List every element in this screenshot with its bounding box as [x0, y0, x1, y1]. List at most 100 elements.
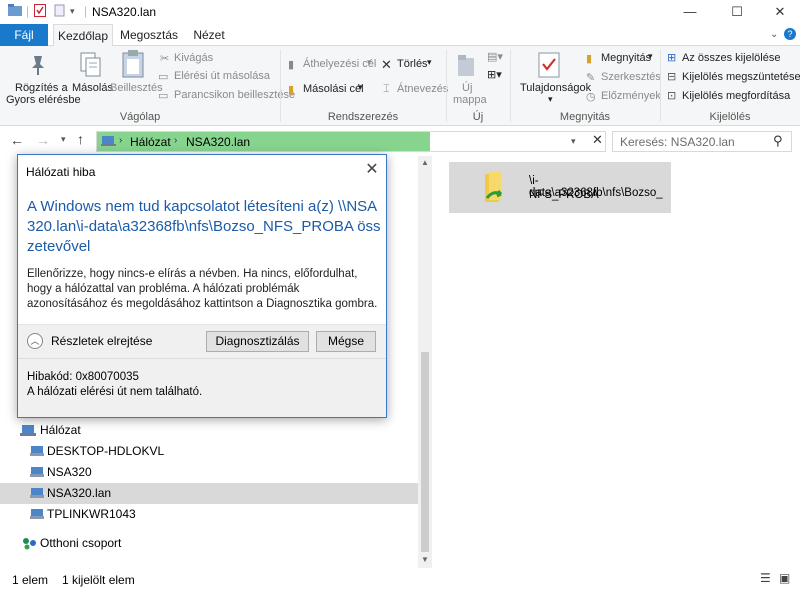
- group-clipboard-label: Vágólap: [119, 111, 161, 123]
- details-toggle-label[interactable]: Részletek elrejtése: [51, 334, 152, 348]
- ribbon: Rögzítés a Gyors elérésbe Másolás Beille…: [0, 46, 800, 126]
- pin-icon: [28, 54, 48, 79]
- search-input-placeholder[interactable]: Keresés: NSA320.lan: [620, 135, 735, 149]
- paste-shortcut-icon: ▭: [158, 90, 169, 102]
- chevron-down-icon: ▾: [648, 51, 653, 61]
- maximize-button[interactable]: ☐: [715, 0, 759, 24]
- forward-arrow-icon[interactable]: →: [36, 132, 50, 148]
- new-item-icon[interactable]: ▤▾: [487, 50, 503, 63]
- nav-network-label: Hálózat: [40, 423, 81, 437]
- nav-item[interactable]: DESKTOP-HDLOKVL: [0, 441, 418, 462]
- close-window-button[interactable]: ✕: [758, 0, 800, 24]
- search-icon[interactable]: ⚲: [773, 133, 783, 149]
- select-none-button[interactable]: Kijelölés megszüntetése: [682, 71, 800, 83]
- breadcrumb-nsa320[interactable]: NSA320.lan: [186, 135, 250, 149]
- scroll-down-icon[interactable]: ▼: [421, 555, 429, 564]
- network-error-dialog: Hálózati hiba ✕ A Windows nem tud kapcso…: [17, 154, 387, 418]
- history-icon: ◷: [586, 91, 596, 103]
- nav-item-label: TPLINKWR1043: [47, 507, 136, 521]
- up-arrow-icon[interactable]: ↑: [77, 131, 84, 147]
- details-view-icon[interactable]: ☰: [760, 571, 771, 585]
- breadcrumb-separator-icon[interactable]: ›: [174, 135, 177, 146]
- quick-access-dropdown-icon[interactable]: ▾: [70, 6, 75, 17]
- address-bar[interactable]: › Hálózat › NSA320.lan ▾: [96, 131, 606, 152]
- cancel-button[interactable]: Mégse: [316, 331, 376, 352]
- group-select-label: Kijelölés: [709, 111, 751, 123]
- item-count: 1 elem: [12, 573, 49, 587]
- paste-button[interactable]: Beillesztés: [110, 82, 163, 94]
- nav-scrollbar[interactable]: ▲ ▼: [418, 156, 432, 568]
- chevron-down-icon: ▾: [548, 94, 553, 104]
- tab-home[interactable]: Kezdőlap: [53, 24, 113, 47]
- copy-path-button[interactable]: Elérési út másolása: [174, 70, 270, 82]
- breadcrumb-separator-icon[interactable]: ›: [119, 135, 122, 146]
- tab-view[interactable]: Nézet: [188, 24, 230, 46]
- nav-homegroup[interactable]: Otthoni csoport: [0, 533, 418, 554]
- history-button[interactable]: Előzmények: [601, 90, 661, 102]
- collapse-details-icon[interactable]: ︿: [27, 333, 43, 349]
- pin-button-label-2[interactable]: Gyors elérésbe: [6, 94, 81, 106]
- file-item[interactable]: \i-data\a32368fb\nfs\Bozso_ NFS_PROBA: [449, 162, 671, 213]
- new-folder-label-1[interactable]: Új: [462, 82, 472, 94]
- properties-quick-icon[interactable]: [34, 4, 46, 20]
- ribbon-tabs: Fájl Kezdőlap Megosztás Nézet ⌄ ?: [0, 24, 800, 47]
- network-icon: [20, 424, 36, 440]
- cut-button[interactable]: Kivágás: [174, 52, 213, 64]
- recent-locations-icon[interactable]: ▾: [61, 134, 66, 145]
- scroll-up-icon[interactable]: ▲: [421, 158, 429, 167]
- file-name-line2: NFS_PROBA: [529, 189, 599, 201]
- back-arrow-icon[interactable]: ←: [10, 132, 24, 148]
- scissors-icon: ✂: [160, 53, 170, 65]
- network-icon: [101, 134, 117, 151]
- error-message: A hálózati elérési út nem található.: [27, 386, 203, 398]
- group-new-label: Új: [472, 111, 484, 123]
- nav-homegroup-label: Otthoni csoport: [40, 536, 122, 550]
- invert-selection-button[interactable]: Kijelölés megfordítása: [682, 90, 790, 102]
- rename-button[interactable]: Átnevezés: [397, 83, 448, 95]
- new-folder-label-2[interactable]: mappa: [453, 94, 487, 106]
- minimize-button[interactable]: —: [668, 0, 712, 24]
- open-icon: ▮: [586, 53, 593, 65]
- dialog-close-button[interactable]: ✕: [362, 160, 382, 180]
- computer-icon: [30, 509, 44, 523]
- title-bar: | ▾ | NSA320.lan — ☐ ✕: [0, 0, 800, 24]
- new-folder-quick-icon[interactable]: [54, 4, 66, 20]
- nav-item-selected[interactable]: NSA320.lan: [0, 483, 418, 504]
- delete-button[interactable]: Törlés: [397, 58, 428, 70]
- search-box[interactable]: Keresés: NSA320.lan ⚲: [612, 131, 792, 152]
- move-to-icon: ▮: [288, 59, 295, 71]
- rename-icon: ⌶: [383, 83, 390, 95]
- copy-path-icon: ▭: [158, 71, 169, 83]
- edit-icon: ✎: [586, 72, 596, 84]
- move-to-button[interactable]: Áthelyezési cél: [303, 58, 376, 70]
- diagnose-button[interactable]: Diagnosztizálás: [206, 331, 309, 352]
- chevron-down-icon[interactable]: ⌄: [770, 29, 778, 40]
- tab-file[interactable]: Fájl: [0, 24, 48, 46]
- select-all-button[interactable]: Az összes kijelölése: [682, 52, 780, 64]
- tab-share[interactable]: Megosztás: [116, 24, 182, 46]
- folder-icon: [8, 4, 22, 19]
- breadcrumb-network[interactable]: Hálózat: [130, 135, 171, 149]
- edit-button[interactable]: Szerkesztés: [601, 71, 661, 83]
- invert-selection-icon: ⊡: [667, 90, 677, 102]
- nav-item-label: NSA320.lan: [47, 486, 112, 500]
- paste-shortcut-button[interactable]: Parancsikon beillesztése: [174, 89, 295, 101]
- open-button[interactable]: Megnyitás: [601, 52, 651, 64]
- computer-icon: [30, 467, 44, 481]
- scrollbar-thumb[interactable]: [421, 352, 429, 552]
- stop-loading-icon[interactable]: ✕: [592, 132, 603, 148]
- copy-to-button[interactable]: Másolási cél: [303, 83, 364, 95]
- help-icon[interactable]: ?: [784, 28, 796, 40]
- dialog-button-bar: ︿ Részletek elrejtése Diagnosztizálás Mé…: [18, 324, 386, 358]
- copy-button[interactable]: Másolás: [72, 82, 113, 94]
- paste-icon: [122, 50, 144, 81]
- nav-network[interactable]: Hálózat: [0, 420, 418, 441]
- nav-item[interactable]: TPLINKWR1043: [0, 504, 418, 525]
- large-icons-view-icon[interactable]: ▣: [779, 571, 790, 585]
- easy-access-icon[interactable]: ⊞▾: [487, 68, 502, 81]
- pin-button-label-1[interactable]: Rögzítés a: [15, 82, 68, 94]
- nav-item[interactable]: NSA320: [0, 462, 418, 483]
- nav-item-label: NSA320: [47, 465, 92, 479]
- properties-button[interactable]: Tulajdonságok: [520, 82, 591, 94]
- address-dropdown-icon[interactable]: ▾: [571, 136, 576, 147]
